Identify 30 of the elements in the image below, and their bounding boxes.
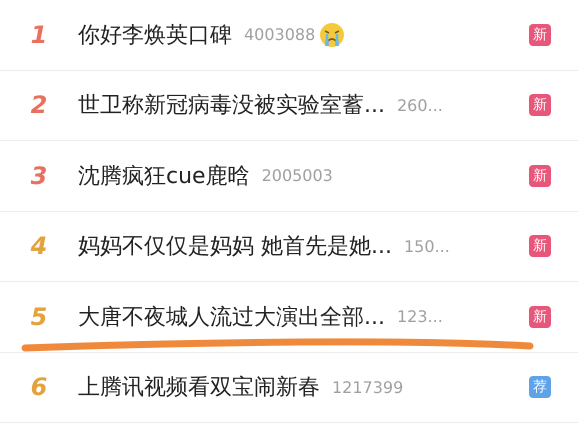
topic-title[interactable]: 沈腾疯狂cue鹿晗: [78, 160, 250, 191]
topic-title[interactable]: 大唐不夜城人流过大演出全部...: [78, 302, 385, 332]
tag-badge: 新: [529, 164, 551, 187]
list-row[interactable]: 4 妈妈不仅仅是妈妈 她首先是她... 150... 新: [0, 212, 578, 282]
list-row[interactable]: 1 你好李焕英口碑 4003088 新: [0, 0, 578, 70]
tag-badge: 荐: [529, 376, 551, 398]
heat-count: 150...: [404, 236, 450, 256]
rank-number: 3: [30, 162, 48, 190]
topic-title[interactable]: 妈妈不仅仅是妈妈 她首先是她...: [78, 231, 392, 262]
topic-title[interactable]: 世卫称新冠病毒没被实验室蓄...: [78, 90, 385, 120]
heat-count: 260...: [396, 96, 443, 115]
rank-number: 6: [30, 373, 48, 402]
list-row[interactable]: 6 上腾讯视频看双宝闹新春 1217399 荐: [0, 352, 578, 423]
topic-title[interactable]: 上腾讯视频看双宝闹新春: [78, 372, 320, 402]
tag-badge: 新: [529, 24, 551, 46]
tag-badge: 新: [529, 235, 551, 258]
heat-count: 123...: [396, 307, 443, 326]
list-row[interactable]: 3 沈腾疯狂cue鹿晗 2005003 新: [0, 141, 578, 212]
list-row[interactable]: 5 大唐不夜城人流过大演出全部... 123... 新: [0, 282, 578, 352]
tag-badge: 新: [529, 306, 551, 328]
list-row[interactable]: 2 世卫称新冠病毒没被实验室蓄... 260... 新: [0, 70, 578, 141]
topic-title[interactable]: 你好李焕英口碑: [78, 20, 232, 50]
tag-badge: 新: [529, 94, 551, 116]
heat-count: 4003088: [244, 25, 316, 44]
rank-number: 4: [30, 232, 48, 260]
rank-number: 5: [30, 302, 48, 331]
heat-count: 2005003: [262, 166, 333, 186]
rank-number: 2: [30, 91, 48, 120]
heat-count: 1217399: [332, 378, 404, 397]
rank-number: 1: [30, 20, 48, 49]
